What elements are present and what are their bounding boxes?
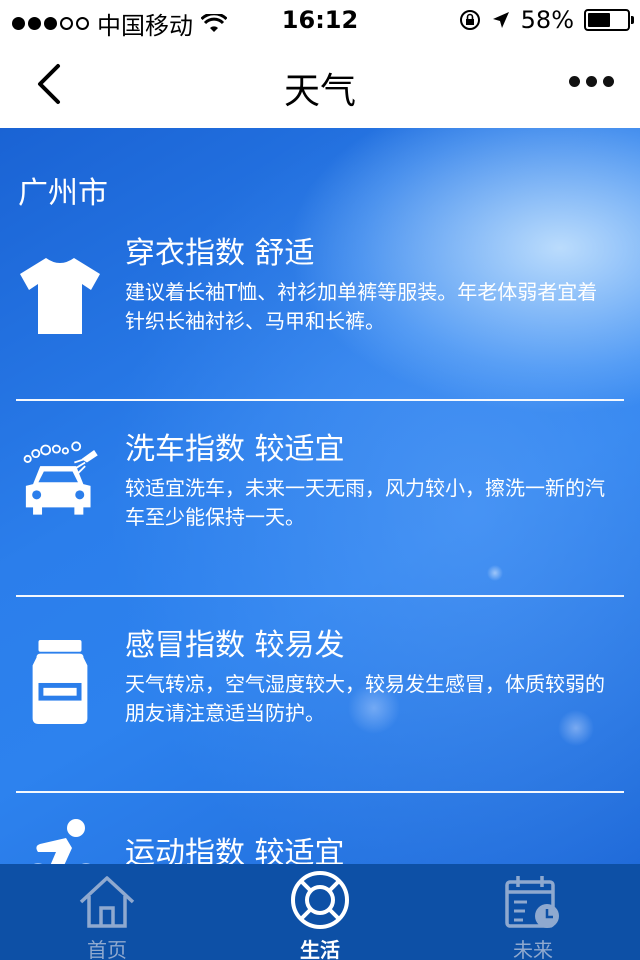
divider xyxy=(16,791,624,793)
tshirt-icon xyxy=(20,258,100,334)
index-title: 穿衣指数 舒适 xyxy=(125,236,315,271)
page-title: 天气 xyxy=(283,71,356,112)
weather-life-content[interactable]: 广州市 穿衣指数 舒适 建议着长袖T恤、衬衫加单裤等服装。年老体弱者宜着针织长袖… xyxy=(0,128,640,864)
more-dots-icon[interactable] xyxy=(569,76,614,87)
battery-icon xyxy=(584,9,634,31)
battery-percent: 58% xyxy=(520,6,574,34)
home-icon xyxy=(79,876,135,928)
tab-label: 生活 xyxy=(300,938,340,960)
tab-label: 未来 xyxy=(513,938,553,960)
calendar-clock-icon xyxy=(505,876,559,928)
rotation-lock-icon xyxy=(459,10,480,30)
location-arrow-icon xyxy=(492,12,509,28)
divider xyxy=(16,399,624,401)
tab-label: 首页 xyxy=(87,938,127,960)
tab-future[interactable]: 未来 xyxy=(473,864,593,960)
index-title: 运动指数 较适宜 xyxy=(125,836,345,864)
index-description: 天气转凉，空气湿度较大，较易发生感冒，体质较弱的朋友请注意适当防护。 xyxy=(125,672,605,725)
index-description: 建议着长袖T恤、衬衫加单裤等服装。年老体弱者宜着针织长袖衬衫、马甲和长裤。 xyxy=(125,280,598,333)
tab-life[interactable]: 生活 xyxy=(260,864,380,960)
tab-home[interactable]: 首页 xyxy=(47,864,167,960)
status-bar: 中国移动 16:12 58% xyxy=(0,0,640,40)
medicine-bottle-icon xyxy=(32,639,88,725)
cyclist-icon xyxy=(33,819,91,864)
divider xyxy=(16,595,624,597)
index-title: 感冒指数 较易发 xyxy=(125,628,345,663)
car-wash-icon xyxy=(23,441,98,515)
tab-bar: 首页 生活 未来 xyxy=(0,864,640,960)
status-right: 58% xyxy=(459,6,634,34)
index-description: 较适宜洗车，未来一天无雨，风力较小，擦洗一新的汽车至少能保持一天。 xyxy=(125,476,605,529)
city-name: 广州市 xyxy=(18,176,108,211)
navigation-bar: 天气 xyxy=(0,40,640,128)
index-title: 洗车指数 较适宜 xyxy=(125,432,345,467)
lifebuoy-icon xyxy=(291,871,349,929)
